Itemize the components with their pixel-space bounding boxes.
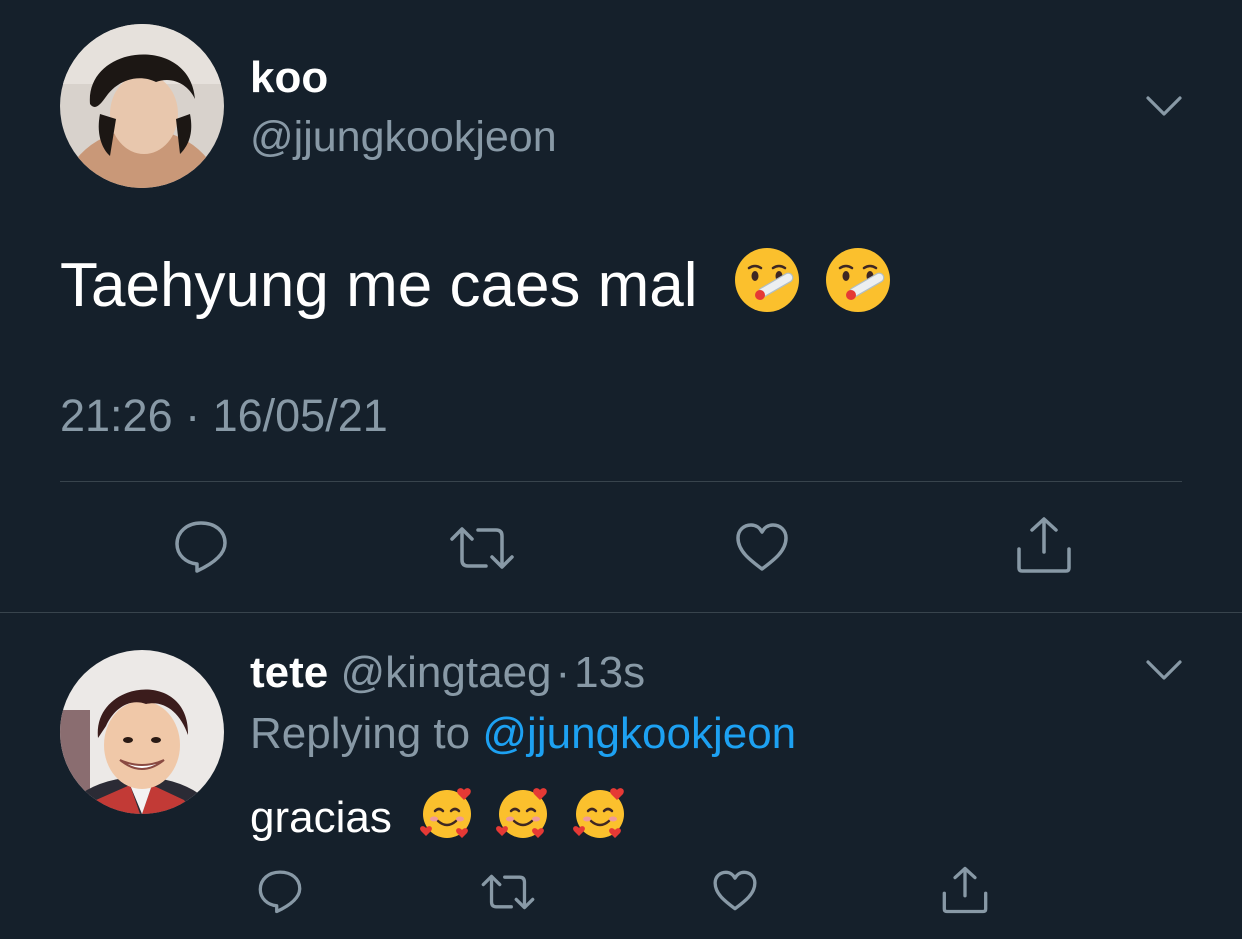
tweet-text: Taehyung me caes mal bbox=[60, 246, 892, 320]
reply-author-handle[interactable]: @kingtaeg bbox=[340, 648, 551, 697]
replying-to-mention-link[interactable]: @jjungkookjeon bbox=[482, 709, 796, 758]
chevron-down-icon[interactable] bbox=[1144, 658, 1184, 682]
reply-separator: · bbox=[555, 648, 571, 697]
retweet-icon[interactable] bbox=[480, 872, 536, 912]
divider bbox=[0, 612, 1242, 613]
avatar-tete[interactable] bbox=[60, 650, 224, 814]
reply-icon[interactable] bbox=[172, 518, 230, 574]
share-icon[interactable] bbox=[1014, 516, 1074, 574]
chevron-down-icon[interactable] bbox=[1144, 94, 1184, 118]
author-handle[interactable]: @jjungkookjeon bbox=[250, 116, 557, 159]
reply-time[interactable]: 13s bbox=[574, 648, 645, 697]
smiling-face-with-hearts-emoji bbox=[418, 784, 476, 842]
author-display-name[interactable]: koo bbox=[250, 56, 328, 100]
replying-to-label: Replying to bbox=[250, 709, 471, 758]
smiling-face-with-hearts-emoji bbox=[494, 784, 552, 842]
reply-author-display-name[interactable]: tete bbox=[250, 648, 328, 697]
face-with-thermometer-emoji bbox=[733, 246, 801, 314]
face-with-thermometer-emoji bbox=[824, 246, 892, 314]
reply-icon[interactable] bbox=[256, 868, 304, 914]
smiling-face-with-hearts-emoji bbox=[571, 784, 629, 842]
reply-text-content: gracias bbox=[250, 793, 392, 842]
like-icon[interactable] bbox=[733, 520, 791, 574]
divider bbox=[60, 481, 1182, 482]
replying-to: Replying to @jjungkookjeon bbox=[250, 712, 796, 756]
reply-text: gracias bbox=[250, 784, 629, 842]
avatar-koo[interactable] bbox=[60, 24, 224, 188]
retweet-icon[interactable] bbox=[448, 524, 516, 572]
share-icon[interactable] bbox=[940, 866, 990, 914]
like-icon[interactable] bbox=[711, 868, 759, 913]
tweet-text-content: Taehyung me caes mal bbox=[60, 251, 698, 320]
tweet-timestamp[interactable]: 21:26 · 16/05/21 bbox=[60, 393, 388, 438]
reply-header: tete @kingtaeg·13s bbox=[250, 651, 645, 695]
